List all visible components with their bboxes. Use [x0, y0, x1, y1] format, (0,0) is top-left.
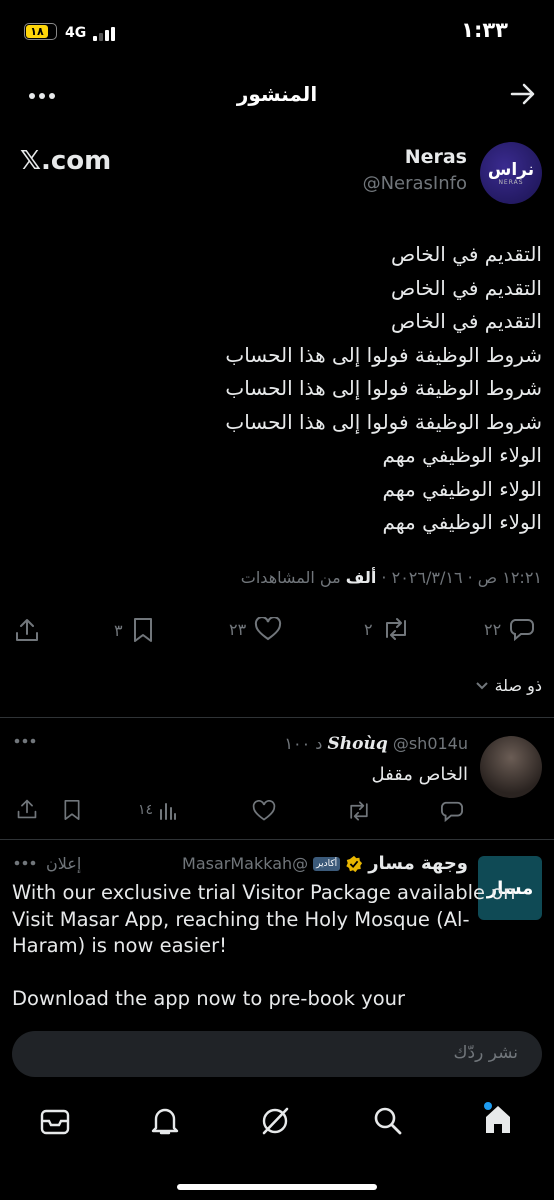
author-name[interactable]: Neras: [363, 146, 467, 168]
back-arrow-icon[interactable]: [510, 82, 536, 106]
reply-repost-icon[interactable]: [346, 800, 372, 822]
reply-button[interactable]: ٢٢: [484, 617, 535, 641]
affiliate-badge: أكادير: [313, 856, 341, 871]
reply-reply-icon[interactable]: [440, 800, 464, 822]
ad-more-icon[interactable]: [14, 860, 36, 866]
avatar-sub-text: NERAS: [498, 178, 524, 186]
post-line: الولاء الوظيفي مهم: [382, 476, 542, 501]
views-chart-icon: [159, 800, 177, 820]
bookmark-icon: [131, 617, 155, 643]
home-icon[interactable]: [482, 1102, 516, 1136]
meta-separator: ·: [381, 568, 387, 587]
reply-compose-input[interactable]: نشر ردّك: [12, 1031, 542, 1077]
reply-handle[interactable]: @sh014u: [393, 734, 468, 753]
bottom-tab-bar: [0, 1090, 554, 1200]
ad-handle[interactable]: @MasarMakkah: [182, 854, 308, 873]
repost-icon: [381, 617, 411, 641]
post-line: التقديم في الخاص: [391, 275, 542, 300]
ad-author-name[interactable]: وجهة مسار: [368, 853, 468, 874]
reply-count: ٢٢: [484, 619, 502, 639]
like-button[interactable]: ٢٣: [229, 617, 282, 641]
signal-icon: [93, 27, 121, 41]
reply-text: الخاص مقفل: [371, 764, 468, 785]
relevance-label: ذو صلة: [494, 676, 542, 695]
post-line: شروط الوظيفة فولوا إلى هذا الحساب: [225, 376, 542, 400]
heart-icon: [254, 617, 282, 641]
post-line: التقديم في الخاص: [391, 242, 542, 266]
post-meta: ١٢:٢١ ص · ٢٠٢٦/٣/١٦ · ألف من المشاهدات: [241, 568, 542, 587]
compose-placeholder: نشر ردّك: [453, 1043, 518, 1063]
avatar-logo-text: نراس: [487, 159, 535, 180]
post-author[interactable]: Neras @NerasInfo: [363, 146, 467, 194]
ad-text: With our exclusive trial Visitor Package…: [12, 880, 542, 1012]
post-line: الولاء الوظيفي مهم: [382, 510, 542, 534]
page-title: المنشور: [236, 82, 318, 106]
verified-badge-icon: [345, 855, 363, 873]
network-type: 4G: [65, 25, 87, 41]
post-line: شروط الوظيفة فولوا إلى هذا الحساب: [225, 342, 542, 367]
reply-icon: [509, 617, 535, 641]
post-timestamp: ١٢:٢١ ص · ٢٠٢٦/٣/١٦: [391, 568, 542, 587]
like-count: ٢٣: [229, 619, 247, 639]
reply-views-count: ١٤: [138, 802, 154, 818]
views-count[interactable]: ألف: [346, 568, 377, 587]
repost-count: ٢: [364, 619, 373, 639]
bookmark-button[interactable]: ٣: [114, 617, 155, 643]
notifications-icon[interactable]: [151, 1106, 179, 1136]
author-handle[interactable]: @NerasInfo: [363, 173, 467, 194]
home-indicator: [177, 1184, 377, 1190]
search-icon[interactable]: [373, 1106, 403, 1136]
relevance-dropdown[interactable]: ذو صلة: [475, 676, 542, 695]
reply-time: د ١٠٠: [284, 734, 323, 753]
reply-author-name[interactable]: Shoùq: [328, 734, 388, 754]
chevron-down-icon: [475, 681, 489, 691]
reply-bookmark-icon[interactable]: [62, 799, 82, 821]
grok-icon[interactable]: [260, 1106, 290, 1136]
post-line: الولاء الوظيفي مهم: [382, 443, 542, 467]
bookmark-count: ٣: [114, 620, 123, 640]
ad-label: إعلان: [46, 854, 82, 873]
ad-header: وجهة مسار أكادير @MasarMakkah: [182, 853, 468, 874]
divider: [0, 839, 554, 840]
reply-more-icon[interactable]: [14, 738, 36, 744]
divider: [0, 717, 554, 718]
reply-heart-icon[interactable]: [252, 800, 276, 822]
battery-level: ١٨: [26, 25, 48, 38]
reply-views-button[interactable]: ١٤: [138, 800, 177, 820]
reply-share-icon[interactable]: [16, 798, 38, 820]
post-text: التقديم في الخاص التقديم في الخاص التقدي…: [22, 238, 542, 540]
ad-text-paragraph: Download the app now to pre-book your: [12, 986, 406, 1010]
post-line: شروط الوظيفة فولوا إلى هذا الحساب: [225, 409, 542, 434]
share-icon[interactable]: [14, 617, 40, 643]
messages-icon[interactable]: [40, 1108, 70, 1136]
status-bar: ١٨ 4G ١:٣٣: [0, 0, 554, 60]
source-label: 𝕏.com: [20, 146, 112, 176]
views-label: من المشاهدات: [240, 568, 341, 587]
reply-avatar[interactable]: [480, 736, 542, 798]
status-time: ١:٣٣: [461, 18, 508, 42]
reply-header: Shoùq @sh014u د ١٠٠: [284, 734, 468, 754]
author-avatar[interactable]: نراس NERAS: [480, 142, 542, 204]
battery-icon: ١٨: [24, 23, 57, 40]
post-line: التقديم في الخاص: [391, 309, 542, 333]
ad-text-paragraph: With our exclusive trial Visitor Package…: [12, 881, 516, 957]
repost-button[interactable]: ٢: [364, 617, 411, 641]
